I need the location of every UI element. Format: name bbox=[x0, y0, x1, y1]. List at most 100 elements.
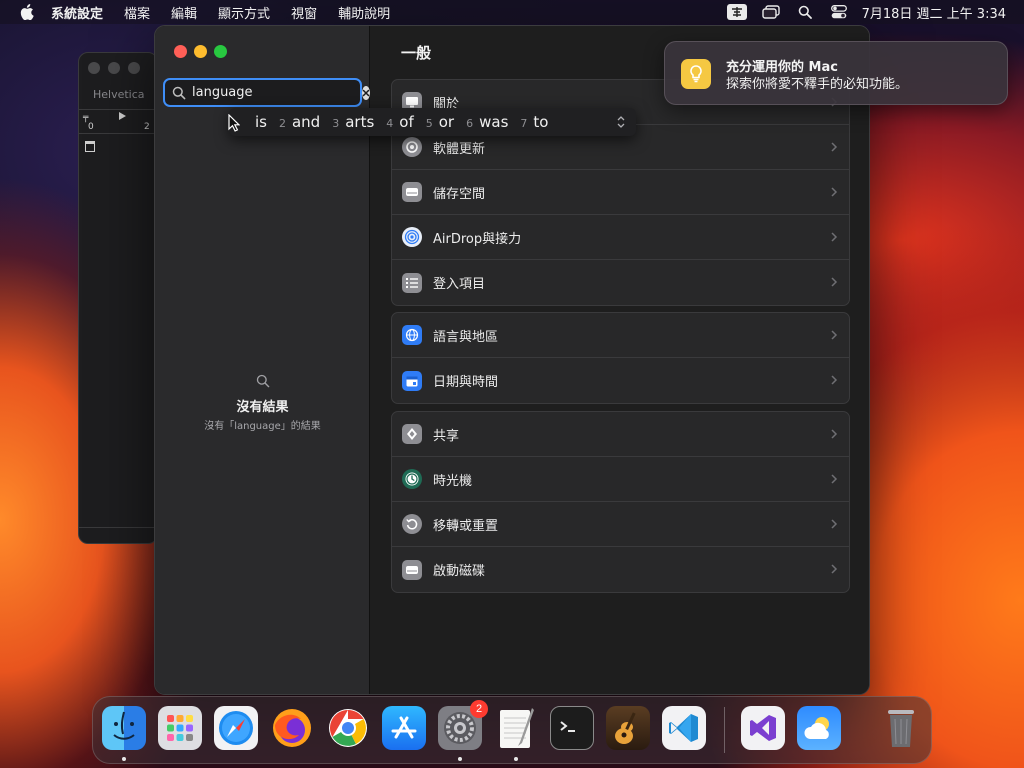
running-indicator bbox=[458, 757, 462, 761]
dock-separator bbox=[724, 707, 725, 753]
expand-candidates-icon[interactable] bbox=[616, 115, 626, 129]
candidate-option[interactable]: 3 arts bbox=[332, 113, 374, 131]
login-items-icon bbox=[402, 272, 422, 293]
menu-bar-clock[interactable]: 7月18日 週二 上午 3:34 bbox=[862, 3, 1006, 22]
ruler-arrow-icon bbox=[119, 112, 126, 120]
menu-window[interactable]: 視窗 bbox=[291, 3, 317, 22]
weather-icon[interactable] bbox=[797, 706, 841, 750]
safari-icon[interactable] bbox=[214, 706, 258, 750]
no-results-subtitle: 沒有「language」的結果 bbox=[204, 421, 321, 432]
chevron-right-icon bbox=[829, 472, 839, 486]
background-document-window[interactable]: Helvetica ╤ 0 2 bbox=[78, 52, 158, 544]
settings-row-label: 啟動磁碟 bbox=[433, 564, 486, 579]
settings-row-label: 日期與時間 bbox=[433, 375, 499, 390]
chevron-right-icon bbox=[829, 140, 839, 154]
calendar-icon bbox=[402, 370, 422, 391]
settings-row-label: 共享 bbox=[433, 428, 460, 444]
minimize-button[interactable] bbox=[194, 45, 207, 58]
search-input[interactable] bbox=[192, 81, 362, 104]
page-title: 一般 bbox=[401, 44, 432, 62]
launchpad-icon[interactable] bbox=[158, 706, 202, 750]
chevron-right-icon bbox=[829, 328, 839, 342]
candidate-option[interactable]: is bbox=[249, 113, 267, 131]
storage-icon bbox=[402, 182, 422, 202]
candidate-option[interactable]: 2 and bbox=[279, 113, 320, 131]
notification-badge: 2 bbox=[470, 700, 488, 718]
settings-row-transfer-reset[interactable]: 移轉或重置 bbox=[392, 502, 849, 547]
tips-notification[interactable]: 充分運用你的 Mac 探索你將愛不釋手的必知功能。 bbox=[664, 41, 1008, 105]
chevron-right-icon bbox=[829, 373, 839, 387]
ruler-number: 0 bbox=[88, 122, 94, 132]
time-machine-icon bbox=[402, 469, 422, 489]
divider bbox=[79, 527, 157, 528]
settings-row-airdrop[interactable]: AirDrop與接力 bbox=[392, 215, 849, 260]
settings-row-label: 時光機 bbox=[433, 473, 473, 489]
candidate-option[interactable]: 5 or bbox=[426, 113, 454, 131]
dock: 2 bbox=[92, 696, 932, 764]
trash-icon[interactable] bbox=[879, 706, 923, 750]
settings-row-label: 軟體更新 bbox=[433, 141, 486, 157]
chevron-right-icon bbox=[829, 185, 839, 199]
menu-help[interactable]: 輔助說明 bbox=[338, 3, 390, 22]
vscode-icon[interactable] bbox=[662, 706, 706, 750]
visual-studio-icon[interactable] bbox=[741, 706, 785, 750]
settings-row-label: 儲存空間 bbox=[433, 186, 486, 202]
chevron-right-icon bbox=[829, 562, 839, 576]
terminal-icon[interactable] bbox=[550, 706, 594, 750]
running-indicator bbox=[514, 757, 518, 761]
menu-app-name[interactable]: 系統設定 bbox=[51, 3, 103, 22]
no-results-panel: 沒有結果 沒有「language」的結果 bbox=[155, 374, 370, 432]
settings-row-startup-disk[interactable]: 啟動磁碟 bbox=[392, 547, 849, 592]
apple-menu-icon[interactable] bbox=[17, 0, 37, 24]
firefox-icon[interactable] bbox=[270, 706, 314, 750]
globe-icon bbox=[402, 325, 422, 345]
menu-view[interactable]: 顯示方式 bbox=[218, 3, 270, 22]
candidate-option[interactable]: 4 of bbox=[386, 113, 413, 131]
document-ruler[interactable]: ╤ 0 2 bbox=[79, 109, 157, 134]
software-update-icon bbox=[402, 137, 422, 157]
inactive-window-controls[interactable] bbox=[88, 62, 140, 74]
menu-bar: 系統設定 檔案 編輯 顯示方式 視窗 輔助說明 7月18日 週二 上午 3:34 bbox=[0, 0, 1024, 24]
app-store-icon[interactable] bbox=[382, 706, 426, 750]
menu-file[interactable]: 檔案 bbox=[124, 3, 150, 22]
document-text-cursor-icon bbox=[85, 141, 95, 152]
reset-icon bbox=[402, 514, 422, 534]
zoom-button[interactable] bbox=[214, 45, 227, 58]
input-candidate-bar: is 2 and 3 arts 4 of 5 or 6 was 7 to bbox=[229, 108, 636, 136]
settings-row-time-machine[interactable]: 時光機 bbox=[392, 457, 849, 502]
control-center-icon[interactable] bbox=[828, 3, 850, 21]
font-name-label: Helvetica bbox=[93, 88, 145, 101]
chevron-right-icon bbox=[829, 427, 839, 441]
settings-row-language-region[interactable]: 語言與地區 bbox=[392, 313, 849, 358]
settings-row-date-time[interactable]: 日期與時間 bbox=[392, 358, 849, 403]
settings-row-label: 移轉或重置 bbox=[433, 518, 499, 534]
mouse-pointer-icon bbox=[228, 113, 241, 136]
settings-row-login-items[interactable]: 登入項目 bbox=[392, 260, 849, 305]
candidate-option[interactable]: 6 was bbox=[466, 113, 508, 131]
settings-row-sharing[interactable]: 共享 bbox=[392, 412, 849, 457]
garageband-icon[interactable] bbox=[606, 706, 650, 750]
close-button[interactable] bbox=[174, 45, 187, 58]
magnifier-icon bbox=[155, 374, 370, 388]
chevron-right-icon bbox=[829, 230, 839, 244]
settings-group-region: 語言與地區 日期與時間 bbox=[391, 312, 850, 404]
settings-row-storage[interactable]: 儲存空間 bbox=[392, 170, 849, 215]
running-indicator bbox=[122, 757, 126, 761]
input-method-icon[interactable] bbox=[726, 3, 748, 21]
spotlight-search-icon[interactable] bbox=[794, 3, 816, 21]
search-field[interactable] bbox=[163, 78, 370, 107]
window-switcher-icon[interactable] bbox=[760, 3, 782, 21]
clear-search-icon[interactable] bbox=[362, 85, 370, 100]
menu-edit[interactable]: 編輯 bbox=[171, 3, 197, 22]
chevron-right-icon bbox=[829, 517, 839, 531]
candidate-option[interactable]: 7 to bbox=[520, 113, 548, 131]
notification-body: 探索你將愛不釋手的必知功能。 bbox=[726, 77, 909, 92]
textedit-icon[interactable] bbox=[494, 706, 538, 750]
no-results-title: 沒有結果 bbox=[236, 400, 289, 415]
settings-row-label: AirDrop與接力 bbox=[433, 231, 522, 247]
sharing-icon bbox=[402, 424, 422, 444]
ruler-number: 2 bbox=[144, 122, 150, 132]
chrome-icon[interactable] bbox=[326, 706, 370, 750]
airdrop-icon bbox=[402, 227, 422, 247]
finder-icon[interactable] bbox=[102, 706, 146, 750]
